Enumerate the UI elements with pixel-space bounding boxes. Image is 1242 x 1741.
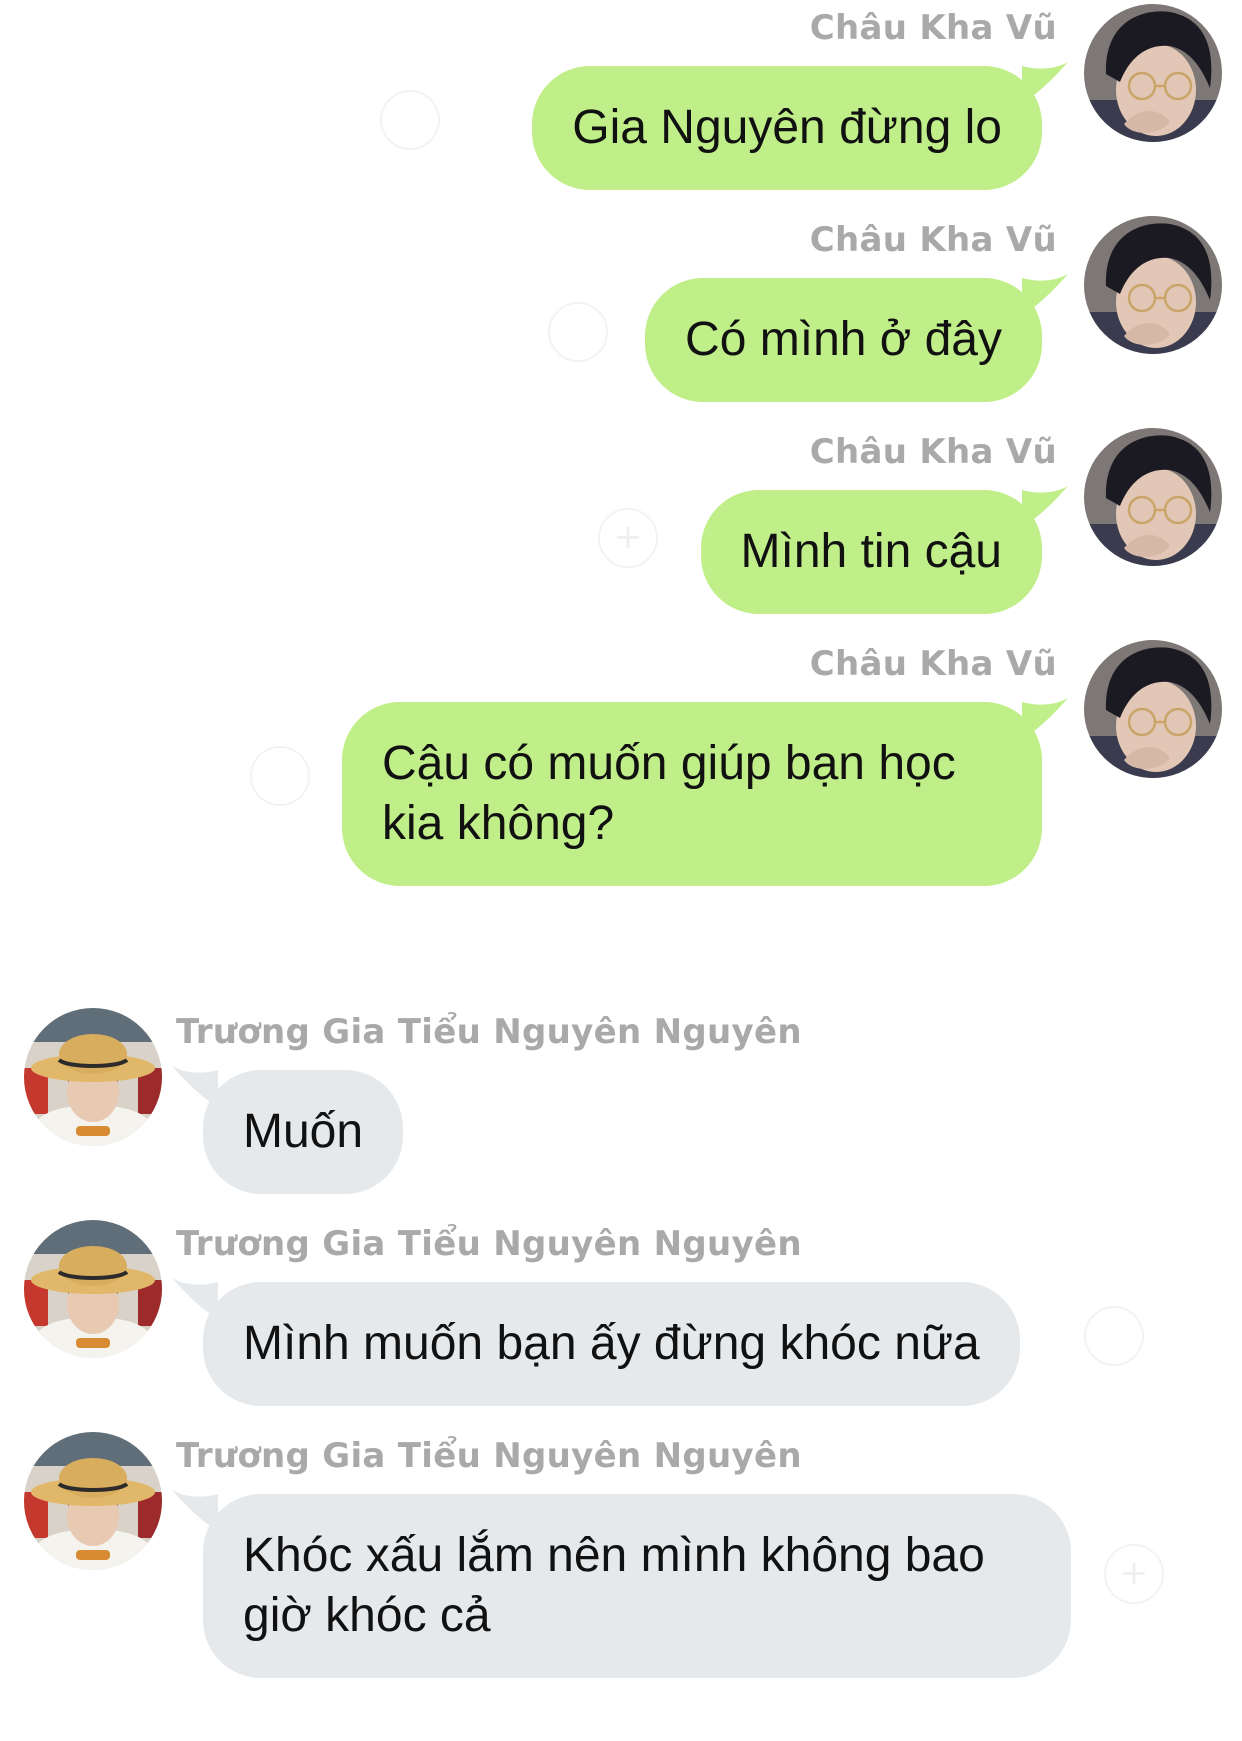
react-plus-icon[interactable]	[250, 746, 310, 806]
message-bubble[interactable]: Mình muốn bạn ấy đừng khóc nữa	[203, 1282, 1020, 1406]
message-text-line: Có mình ở đây	[685, 313, 1002, 366]
avatar-straw-hat-boy-icon	[24, 1220, 162, 1358]
message-row: Trương Gia Tiểu Nguyên Nguyên Mình muốn …	[0, 1216, 1242, 1406]
message-bubble[interactable]: Muốn	[203, 1070, 404, 1194]
avatar-straw-hat-boy-icon	[24, 1432, 162, 1570]
react-plus-icon[interactable]	[380, 90, 440, 150]
message-row: Châu Kha Vũ Có mình ở đây	[0, 212, 1242, 402]
sender-name: Châu Kha Vũ	[809, 220, 1057, 260]
message-row: Châu Kha Vũ Gia Nguyên đừng lo	[0, 0, 1242, 190]
message-text-line: Mình tin cậu	[740, 525, 1002, 578]
sender-avatar[interactable]	[1084, 428, 1222, 566]
sender-name: Trương Gia Tiểu Nguyên Nguyên	[176, 1012, 802, 1052]
message-row: Châu Kha Vũ Cậu có muốn giúp bạn học kia…	[0, 636, 1242, 886]
avatar-glasses-boy-icon	[1084, 428, 1222, 566]
avatar-glasses-boy-icon	[1084, 4, 1222, 142]
message-row: Trương Gia Tiểu Nguyên Nguyên Khóc xấu l…	[0, 1428, 1242, 1678]
message-row: Châu Kha Vũ Mình tin cậu +	[0, 424, 1242, 614]
sender-avatar[interactable]	[1084, 4, 1222, 142]
message-text-line: Cậu có muốn giúp bạn học	[382, 737, 956, 790]
message-text-line: Khóc xấu lắm nên mình không bao	[243, 1529, 985, 1582]
avatar-glasses-boy-icon	[1084, 640, 1222, 778]
sender-avatar[interactable]	[24, 1008, 162, 1146]
message-bubble[interactable]: Gia Nguyên đừng lo	[532, 66, 1042, 190]
message-text-line: giờ khóc cả	[243, 1589, 491, 1642]
sender-avatar[interactable]	[24, 1220, 162, 1358]
message-bubble[interactable]: Mình tin cậu	[700, 490, 1042, 614]
sender-avatar[interactable]	[1084, 216, 1222, 354]
react-plus-icon[interactable]	[548, 302, 608, 362]
avatar-glasses-boy-icon	[1084, 216, 1222, 354]
sender-avatar[interactable]	[1084, 640, 1222, 778]
react-plus-icon[interactable]: +	[598, 508, 658, 568]
message-bubble[interactable]: Cậu có muốn giúp bạn học kia không?	[342, 702, 1042, 886]
sender-name: Châu Kha Vũ	[809, 644, 1057, 684]
message-bubble[interactable]: Khóc xấu lắm nên mình không bao giờ khóc…	[203, 1494, 1071, 1678]
sender-name: Châu Kha Vũ	[809, 432, 1057, 472]
message-text-line: Muốn	[243, 1105, 364, 1158]
message-row: Trương Gia Tiểu Nguyên Nguyên Muốn	[0, 1004, 1242, 1194]
react-plus-icon[interactable]	[1084, 1306, 1144, 1366]
sender-name: Châu Kha Vũ	[809, 8, 1057, 48]
sender-name: Trương Gia Tiểu Nguyên Nguyên	[176, 1436, 802, 1476]
sender-avatar[interactable]	[24, 1432, 162, 1570]
message-text-line: Mình muốn bạn ấy đừng khóc nữa	[243, 1317, 980, 1370]
avatar-straw-hat-boy-icon	[24, 1008, 162, 1146]
message-bubble[interactable]: Có mình ở đây	[645, 278, 1042, 402]
message-text-line: Gia Nguyên đừng lo	[572, 101, 1002, 154]
sender-name: Trương Gia Tiểu Nguyên Nguyên	[176, 1224, 802, 1264]
react-plus-icon[interactable]: +	[1104, 1544, 1164, 1604]
message-text-line: kia không?	[382, 797, 615, 850]
